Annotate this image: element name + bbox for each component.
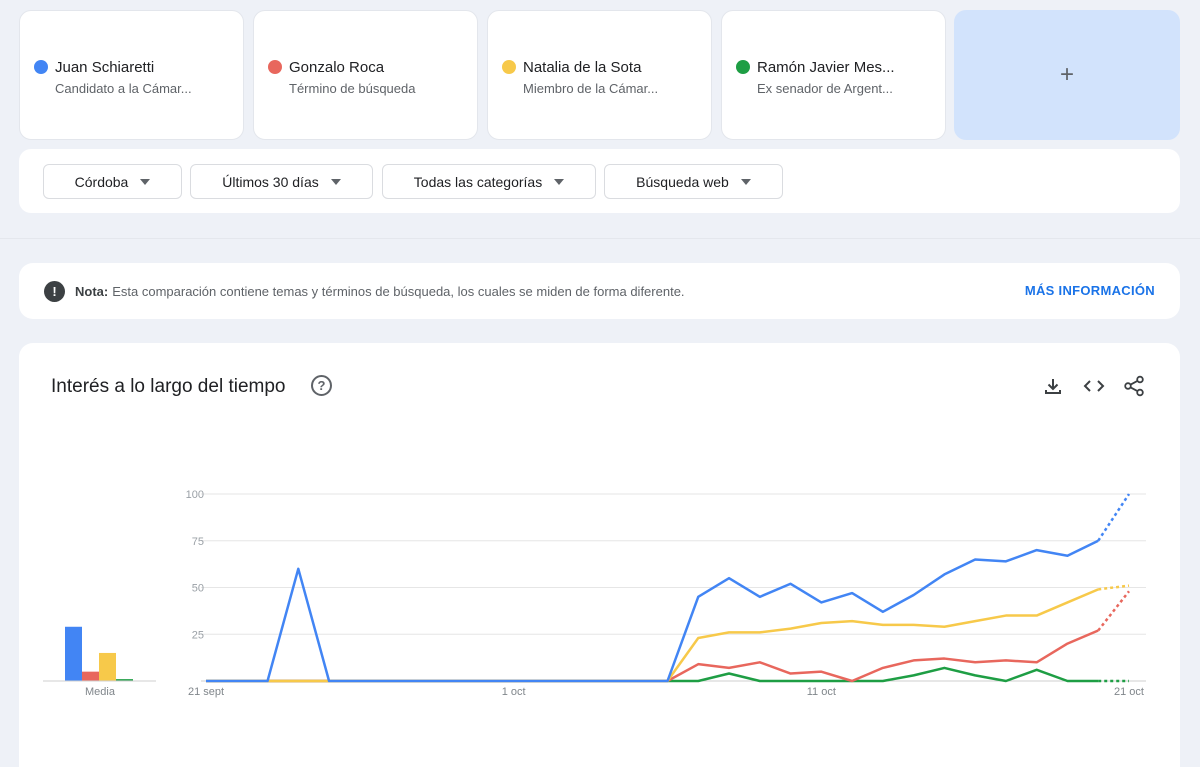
term-subtitle: Ex senador de Argent... [757,81,893,96]
x-tick-label: 21 sept [188,686,224,698]
more-info-link[interactable]: MÁS INFORMACIÓN [1025,283,1155,298]
term-name: Gonzalo Roca [289,58,385,76]
caret-down-icon [740,178,751,185]
term-subtitle: Miembro de la Cámar... [523,81,659,96]
series-partial-line [1097,590,1130,632]
filter-label: Últimos 30 días [222,173,319,190]
y-tick-label: 100 [186,489,204,501]
y-tick-label: 50 [192,583,204,595]
caret-down-icon [330,178,341,185]
exclamation-icon: ! [44,280,65,302]
x-tick-label: 1 oct [502,686,526,698]
term-card-1[interactable]: Juan Schiaretti Candidato a la Cámar... [19,10,244,140]
add-comparison-button[interactable]: + [954,10,1180,140]
term-color-dot [268,60,282,74]
term-card-2[interactable]: Gonzalo Roca Término de búsqueda [253,10,478,140]
filter-label: Córdoba [74,173,129,190]
average-bar [99,652,116,681]
y-tick-label: 75 [192,536,204,548]
plus-icon: + [1059,61,1074,88]
average-bars: Media [43,626,156,698]
filter-time-range[interactable]: Últimos 30 días [190,164,373,199]
series-line [206,666,1099,683]
comparison-note: ! Nota: Esta comparación contiene temas … [19,263,1180,319]
term-card-3[interactable]: Natalia de la Sota Miembro de la Cámar..… [487,10,712,140]
chart-gridlines: 25 50 75 100 [186,489,1146,682]
interest-chart: Media 25 50 75 100 21 sept 1 oct 11 oct 21 oct [43,489,1146,698]
y-tick-label: 25 [192,629,204,641]
x-tick-label: 11 oct [807,686,836,698]
term-name: Ramón Javier Mes... [757,58,895,76]
note-text: Esta comparación contiene temas y términ… [112,283,685,299]
note-label: Nota: [75,283,109,299]
caret-down-icon [140,178,151,185]
filter-label: Todas las categorías [413,173,543,190]
average-label: Media [85,686,116,698]
interest-over-time-card: Interés a lo largo del tiempo ? Media 25… [19,343,1180,767]
term-subtitle: Candidato a la Cámar... [55,81,192,96]
filter-location[interactable]: Córdoba [43,164,182,199]
term-card-4[interactable]: Ramón Javier Mes... Ex senador de Argent… [721,10,946,140]
filter-search-type[interactable]: Búsqueda web [604,164,783,199]
term-subtitle: Término de búsqueda [289,81,416,96]
average-bar [65,626,82,681]
average-bar [82,671,99,681]
filter-category[interactable]: Todas las categorías [382,164,596,199]
search-terms-row: Juan Schiaretti Candidato a la Cámar... … [19,10,1180,140]
series-line [206,588,1099,683]
series-partial-line [1097,493,1131,542]
filter-label: Búsqueda web [636,173,729,190]
term-color-dot [736,60,750,74]
term-name: Juan Schiaretti [55,58,155,76]
term-color-dot [502,60,516,74]
x-tick-label: 21 oct [1114,686,1144,698]
term-name: Natalia de la Sota [523,58,642,76]
caret-down-icon [554,178,565,185]
section-divider [0,238,1200,239]
filters-bar: Córdoba Últimos 30 días Todas las catego… [19,149,1180,213]
x-axis-labels: 21 sept 1 oct 11 oct 21 oct [188,686,1144,698]
term-color-dot [34,60,48,74]
